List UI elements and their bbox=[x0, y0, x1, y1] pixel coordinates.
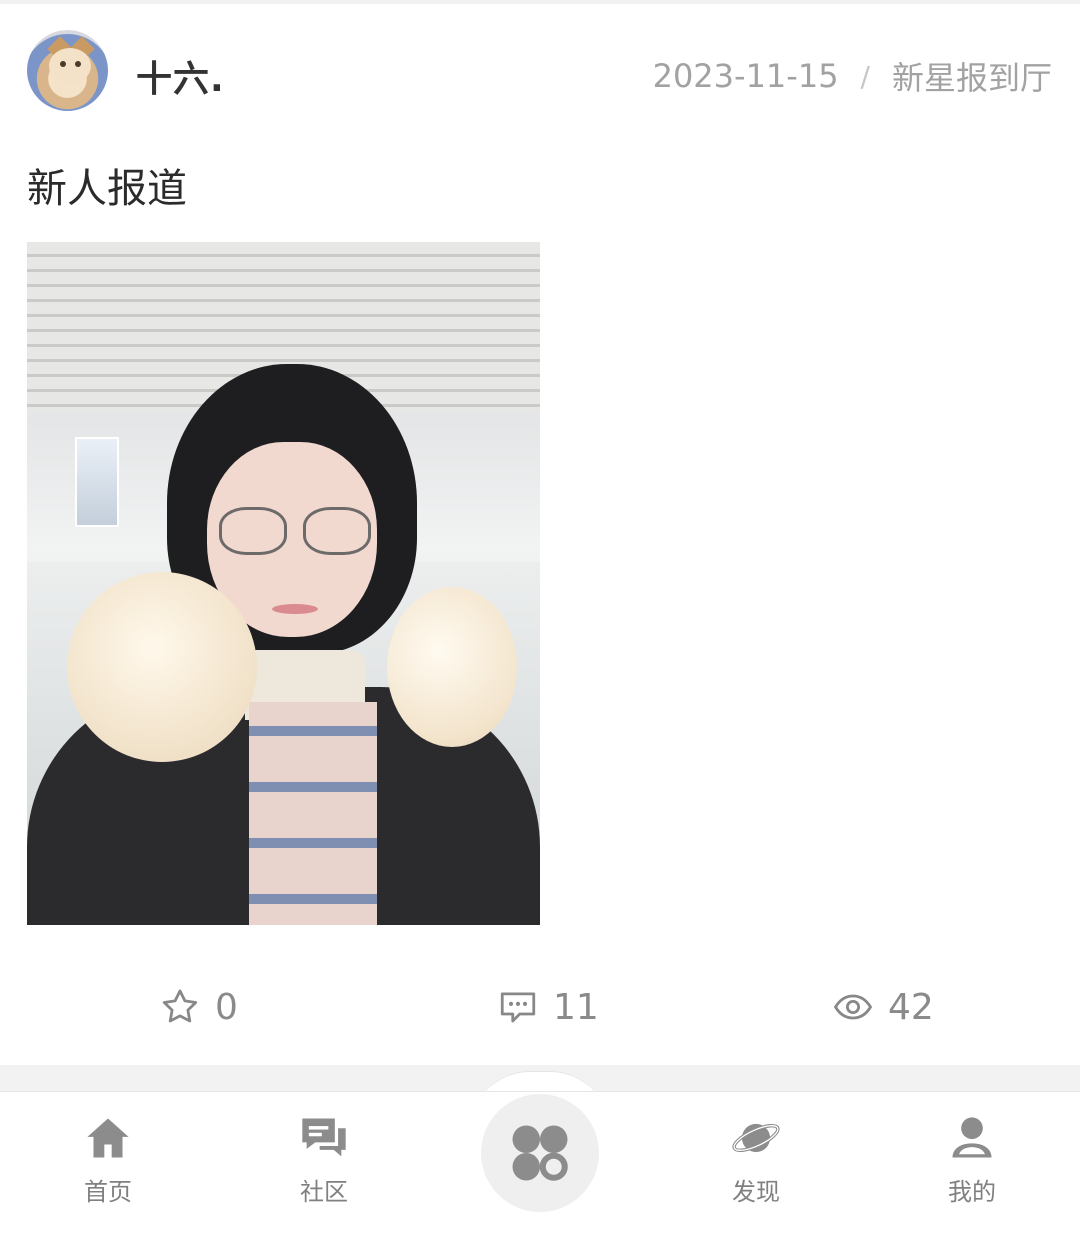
post-stats: 0 11 42 bbox=[0, 982, 1080, 1032]
home-icon bbox=[87, 1118, 129, 1158]
comment-button[interactable]: 11 bbox=[497, 982, 599, 1032]
post-date: 2023-11-15 bbox=[652, 57, 839, 95]
user-icon bbox=[952, 1117, 992, 1158]
nav-label-discover: 发现 bbox=[732, 1178, 780, 1206]
avatar-cat-eye bbox=[60, 61, 66, 67]
nav-item-community[interactable]: 社区 bbox=[264, 1112, 384, 1212]
post-board[interactable]: 新星报到厅 bbox=[892, 53, 1052, 99]
comment-icon bbox=[500, 992, 536, 1023]
post-detail-page: 十六. 2023-11-15 / 新星报到厅 新人报道 0 11 42 首页 社… bbox=[0, 0, 1080, 1233]
center-menu-button[interactable] bbox=[481, 1094, 599, 1212]
nav-item-me[interactable]: 我的 bbox=[912, 1112, 1032, 1212]
eye-icon bbox=[833, 994, 873, 1020]
nav-label-me: 我的 bbox=[948, 1178, 996, 1206]
photo-window bbox=[75, 437, 119, 527]
avatar-cat-eye bbox=[75, 61, 81, 67]
post-meta: 2023-11-15 / 新星报到厅 bbox=[653, 53, 1052, 99]
avatar-cat-face bbox=[49, 48, 91, 84]
post-title: 新人报道 bbox=[27, 166, 187, 212]
view-counter: 42 bbox=[832, 982, 934, 1032]
like-button[interactable]: 0 bbox=[159, 982, 238, 1032]
top-divider bbox=[0, 0, 1080, 4]
grid-icon bbox=[512, 1125, 568, 1181]
meta-separator: / bbox=[860, 59, 870, 93]
photo-mouth bbox=[272, 604, 318, 614]
like-count: 0 bbox=[215, 986, 238, 1028]
nav-item-home[interactable]: 首页 bbox=[48, 1112, 168, 1212]
avatar[interactable] bbox=[27, 30, 108, 111]
post-photo[interactable] bbox=[27, 242, 540, 925]
photo-sweater bbox=[249, 702, 377, 925]
photo-fur-collar bbox=[67, 572, 257, 762]
star-icon bbox=[162, 989, 198, 1023]
view-count: 42 bbox=[888, 986, 934, 1028]
nav-label-home: 首页 bbox=[84, 1178, 132, 1206]
comment-count: 11 bbox=[553, 986, 599, 1028]
nav-item-discover[interactable]: 发现 bbox=[696, 1112, 816, 1212]
photo-glasses bbox=[219, 507, 371, 557]
nav-label-community: 社区 bbox=[300, 1178, 348, 1206]
photo-fur-collar bbox=[387, 587, 517, 747]
planet-icon bbox=[732, 1123, 780, 1153]
author-name[interactable]: 十六. bbox=[136, 50, 225, 102]
chat-icon bbox=[302, 1118, 346, 1157]
